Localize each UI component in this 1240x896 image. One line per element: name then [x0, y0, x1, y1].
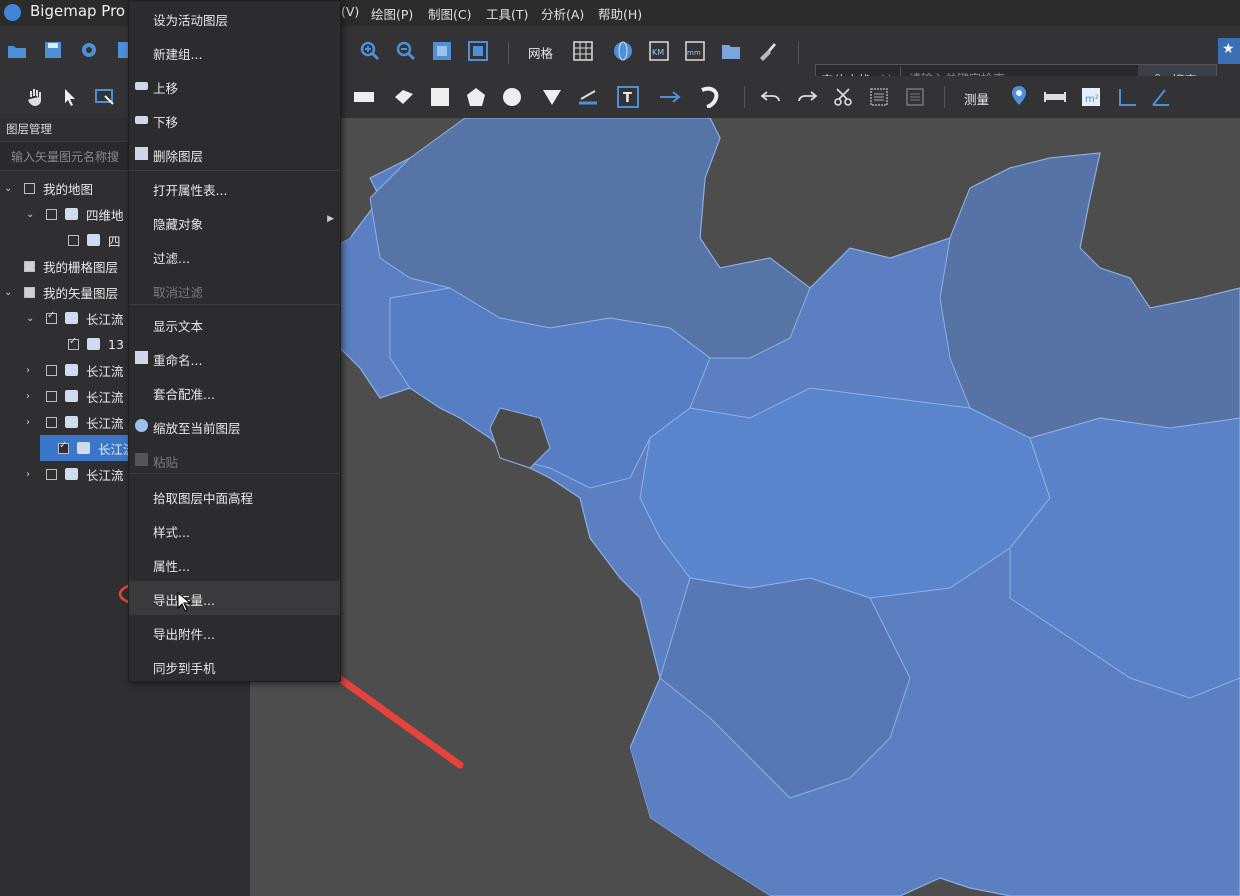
context-menu-item-label: 导出附件... [153, 627, 215, 642]
context-menu-item-label: 打开属性表... [153, 183, 228, 198]
context-menu-item[interactable]: 新建组... [129, 35, 340, 69]
context-menu-item[interactable]: 删除图层 [129, 137, 340, 171]
context-menu-item-label: 新建组... [153, 47, 203, 62]
context-menu-item-label: 重命名... [153, 353, 203, 368]
context-menu-item-label: 上移 [153, 81, 179, 96]
layer-down-icon [135, 116, 148, 124]
context-menu-item[interactable]: 套合配准... [129, 375, 340, 409]
context-menu-item[interactable]: 属性... [129, 547, 340, 581]
context-menu-item-label: 删除图层 [153, 149, 204, 164]
context-menu-item-label: 设为活动图层 [153, 13, 229, 28]
menu-divider [129, 473, 340, 474]
context-menu-item-label: 隐藏对象 [153, 217, 204, 232]
context-menu-item-label: 粘贴 [153, 455, 179, 470]
mouse-cursor-icon [177, 592, 191, 612]
context-menu-item[interactable]: 导出附件... [129, 615, 340, 649]
context-menu-item[interactable]: 拾取图层中面高程 [129, 479, 340, 513]
context-menu-item: 粘贴 [129, 443, 340, 477]
context-menu-item-label: 缩放至当前图层 [153, 421, 241, 436]
layer-up-icon [135, 82, 148, 90]
paste-icon [135, 453, 148, 466]
delete-layer-icon [135, 147, 148, 160]
context-menu-item[interactable]: 过滤... [129, 239, 340, 273]
context-menu-item-label: 属性... [153, 559, 190, 574]
context-menu-item[interactable]: 下移 [129, 103, 340, 137]
context-menu-item-label: 套合配准... [153, 387, 215, 402]
context-menu-item[interactable]: 上移 [129, 69, 340, 103]
context-menu-item[interactable]: 隐藏对象 ▶ [129, 205, 340, 239]
context-menu-item[interactable]: 设为活动图层 [129, 1, 340, 35]
context-menu-item-label: 过滤... [153, 251, 190, 266]
submenu-arrow-icon: ▶ [327, 214, 334, 224]
context-menu-item[interactable]: 缩放至当前图层 [129, 409, 340, 443]
zoom-to-layer-icon [135, 419, 148, 432]
menu-divider [129, 304, 340, 305]
rename-icon [135, 351, 148, 364]
layer-context-menu: 设为活动图层 新建组... 上移下移删除图层打开属性表... 隐藏对象 ▶ 过滤... 取消… [128, 0, 341, 682]
context-menu-item[interactable]: 打开属性表... [129, 171, 340, 205]
context-menu-item[interactable]: 导出矢量... [129, 581, 340, 615]
context-menu-item-label: 样式... [153, 525, 190, 540]
context-menu-item-label: 取消过滤 [153, 285, 204, 300]
context-menu-item-label: 同步到手机 [153, 661, 216, 676]
menu-divider [129, 170, 340, 171]
context-menu-item-label: 下移 [153, 115, 179, 130]
context-menu-item-label: 显示文本 [153, 319, 204, 334]
context-menu-item[interactable]: 同步到手机 [129, 649, 340, 683]
context-menu-item-label: 拾取图层中面高程 [153, 491, 254, 506]
context-menu-item[interactable]: 显示文本 [129, 307, 340, 341]
context-menu-item[interactable]: 重命名... [129, 341, 340, 375]
context-menu-item: 取消过滤 [129, 273, 340, 307]
context-menu-item[interactable]: 样式... [129, 513, 340, 547]
